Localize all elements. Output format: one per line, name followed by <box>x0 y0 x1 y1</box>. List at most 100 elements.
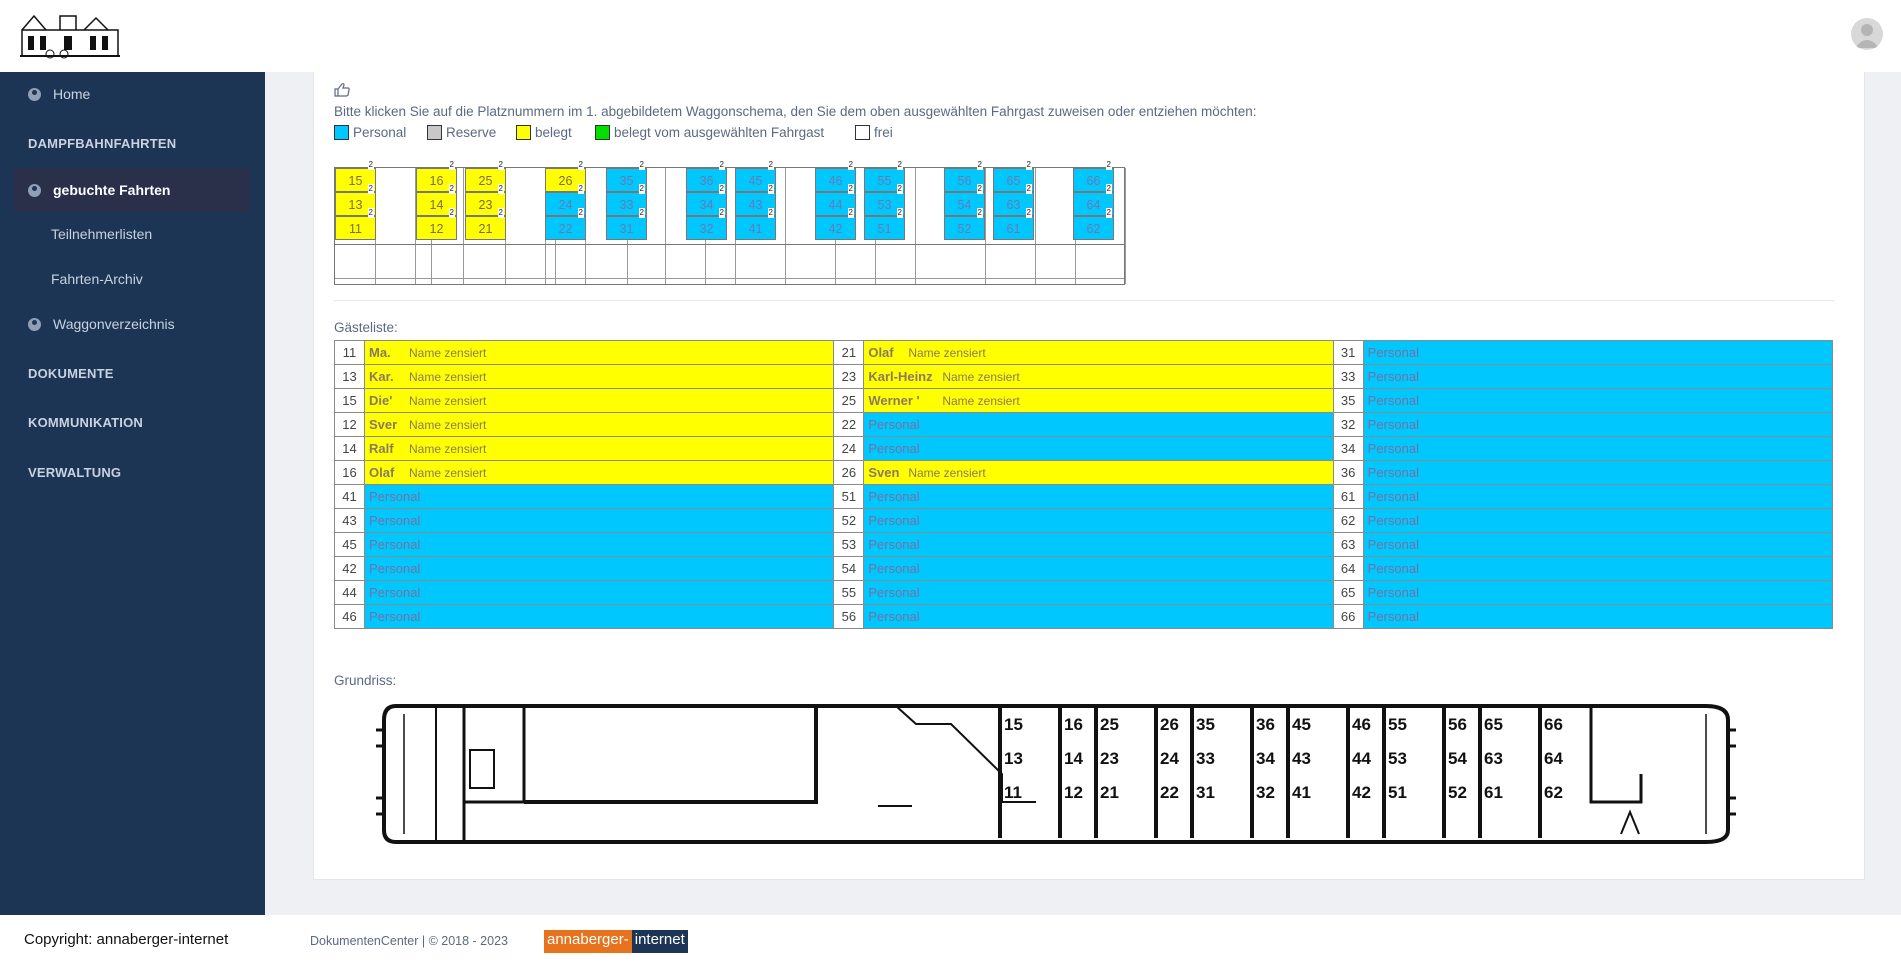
legend-swatch <box>595 124 610 140</box>
floorplan-seat-number: 23 <box>1100 749 1119 768</box>
guest-seat-number: 15 <box>334 388 365 413</box>
seat-class-badge: 2 <box>1105 208 1112 218</box>
footer <box>0 915 1901 966</box>
compartment-wall <box>1442 708 1446 838</box>
seat-62[interactable]: 62 2 <box>1073 208 1114 240</box>
nav-gebuchte-fahrten[interactable]: gebuchte Fahrten <box>14 168 250 212</box>
floorplan-seat-number: 65 <box>1484 715 1503 734</box>
staff-cell: Personal <box>1362 412 1834 437</box>
seat-61[interactable]: 61 2 <box>993 208 1034 240</box>
station-logo[interactable] <box>20 12 120 60</box>
floorplan-seat-number: 36 <box>1256 715 1275 734</box>
seat-class-badge: 2 <box>497 184 504 194</box>
floorplan-seat-number: 44 <box>1352 749 1371 768</box>
floorplan-seat-number: 56 <box>1448 715 1467 734</box>
seat-class-badge: 2 <box>767 208 774 218</box>
seat-number: 66 <box>1086 174 1101 188</box>
section-divider <box>334 300 1834 301</box>
floorplan-title: Grundriss: <box>334 673 397 688</box>
guest-name-censored: Name zensiert <box>409 346 487 360</box>
seat-class-badge: 2 <box>976 208 983 218</box>
seat-41[interactable]: 41 2 <box>735 208 776 240</box>
seat-number: 52 <box>957 222 972 236</box>
guest-seat-number: 24 <box>833 436 865 461</box>
seat-class-badge: 2 <box>767 160 774 170</box>
guest-first-name: Die' <box>369 393 393 408</box>
legend-swatch <box>516 124 531 140</box>
compartment-wall <box>1190 708 1194 838</box>
floorplan-seat-number: 41 <box>1292 783 1311 802</box>
guest-seat-number: 41 <box>334 484 365 509</box>
guest-first-name: Karl-Heinz <box>868 369 933 384</box>
seat-class-badge: 2 <box>896 208 903 218</box>
user-avatar-icon[interactable] <box>1851 18 1883 50</box>
seat-11[interactable]: 11 2 <box>335 208 376 240</box>
floorplan-seat-number: 43 <box>1292 749 1311 768</box>
compartment-wall <box>1346 708 1350 838</box>
guest-seat-number: 55 <box>833 580 865 605</box>
nav-dampfbahnfahrten[interactable]: DAMPFBAHNFAHRTEN <box>14 121 250 165</box>
floorplan-seat-number: 22 <box>1160 783 1179 802</box>
seat-31[interactable]: 31 2 <box>606 208 647 240</box>
compartment-wall <box>1058 708 1062 838</box>
guest-name-cell: Ralf Name zensiert <box>363 436 835 461</box>
seat-32[interactable]: 32 2 <box>686 208 727 240</box>
guest-seat-number: 12 <box>334 412 365 437</box>
seat-22[interactable]: 22 2 <box>545 208 586 240</box>
seat-number: 54 <box>957 198 972 212</box>
nav-teilnehmerlisten[interactable]: Teilnehmerlisten <box>14 212 250 256</box>
guest-name-cell: Kar. Name zensiert <box>363 364 835 389</box>
staff-cell: Personal <box>863 484 1334 509</box>
guest-seat-number: 62 <box>1332 508 1364 533</box>
nav-dokumente-label: DOKUMENTE <box>28 365 114 381</box>
seat-42[interactable]: 42 2 <box>815 208 856 240</box>
staff-cell: Personal <box>863 604 1334 629</box>
legend-item: Personal <box>334 124 406 140</box>
staff-cell: Personal <box>363 556 835 581</box>
guest-seat-number: 53 <box>833 532 865 557</box>
nav-teilnehmerlisten-label: Teilnehmerlisten <box>51 226 153 242</box>
legend-label: frei <box>874 124 893 140</box>
guest-name-censored: Name zensiert <box>409 394 487 408</box>
nav-gebuchte-fahrten-label: gebuchte Fahrten <box>53 182 171 198</box>
guest-name-censored: Name zensiert <box>908 346 986 360</box>
nav-fahrten-archiv[interactable]: Fahrten-Archiv <box>14 257 250 301</box>
seat-number: 43 <box>748 198 763 212</box>
seat-class-badge: 2 <box>847 160 854 170</box>
seat-21[interactable]: 21 2 <box>465 208 506 240</box>
guest-seat-number: 21 <box>833 340 865 365</box>
seat-class-badge: 2 <box>638 184 645 194</box>
seat-51[interactable]: 51 2 <box>864 208 905 240</box>
guest-first-name: Kar. <box>369 369 394 384</box>
legend-label: Reserve <box>446 124 497 140</box>
nav-dokumente[interactable]: DOKUMENTE <box>14 351 250 395</box>
staff-cell: Personal <box>863 532 1334 557</box>
brand-badge[interactable]: annaberger-internet <box>544 930 688 953</box>
guest-seat-number: 63 <box>1332 532 1364 557</box>
seatmap-aisle-line <box>335 244 1124 245</box>
guest-seat-number: 54 <box>833 556 865 581</box>
guest-seat-number: 36 <box>1332 460 1364 485</box>
seat-number: 23 <box>478 198 493 212</box>
floorplan-seat-number: 55 <box>1388 715 1407 734</box>
guest-name-censored: Name zensiert <box>942 370 1020 384</box>
seat-class-badge: 2 <box>367 160 374 170</box>
seat-52[interactable]: 52 2 <box>944 208 985 240</box>
seat-class-badge: 2 <box>976 160 983 170</box>
seat-number: 62 <box>1086 222 1101 236</box>
guest-name-cell: Olaf Name zensiert <box>363 460 835 485</box>
user-circle-icon <box>28 183 41 197</box>
nav-home[interactable]: Home <box>14 72 250 116</box>
guest-seat-number: 14 <box>334 436 365 461</box>
nav-verwaltung[interactable]: VERWALTUNG <box>14 450 250 494</box>
nav-kommunikation[interactable]: KOMMUNIKATION <box>14 400 250 444</box>
nav-waggonverzeichnis[interactable]: Waggonverzeichnis <box>14 302 250 346</box>
seatmap-divider <box>915 168 916 284</box>
seat-class-badge: 2 <box>1025 160 1032 170</box>
guest-seat-number: 46 <box>334 604 365 629</box>
seat-class-badge: 2 <box>448 160 455 170</box>
guest-seat-number: 43 <box>334 508 365 533</box>
seat-12[interactable]: 12 2 <box>416 208 457 240</box>
guest-row: 41 Personal 51 Personal 61 Personal <box>334 484 1834 509</box>
guest-row: 46 Personal 56 Personal 66 Personal <box>334 604 1834 629</box>
